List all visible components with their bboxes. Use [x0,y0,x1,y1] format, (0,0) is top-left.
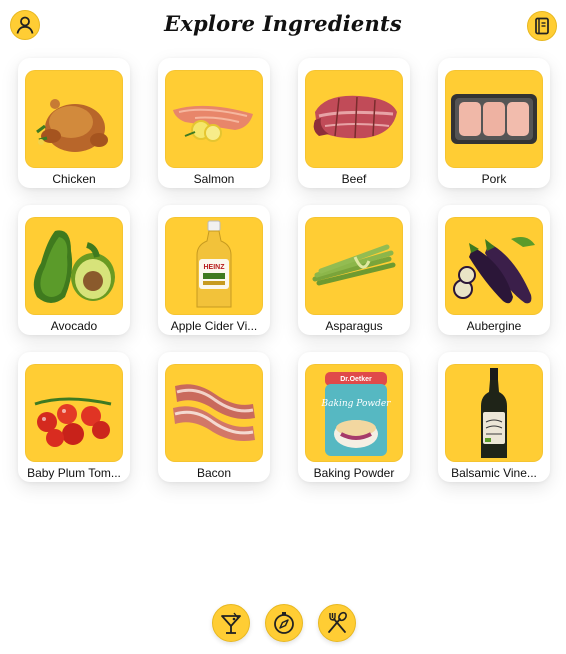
nav-cocktails-button[interactable] [212,604,250,642]
nav-meals-button[interactable] [318,604,356,642]
ingredient-image [165,70,263,168]
vinegar-bottle-image: HEINZ [196,220,232,308]
ingredient-card[interactable]: Balsamic Vine... [438,352,550,482]
ingredient-label: Avocado [50,319,98,333]
salmon-fillet-image [173,105,253,142]
beef-joint-image [313,95,397,139]
ingredient-label: Apple Cider Vi... [170,319,258,333]
ingredient-image: Dr.Oetker Baking Powder [305,364,403,462]
ingredient-card[interactable]: Salmon [158,58,270,188]
ingredient-image: HEINZ [165,217,263,315]
tub-product-text: Baking Powder [321,399,392,409]
avocado-image [33,230,115,303]
ingredient-label: Chicken [52,172,96,186]
ingredient-label: Aubergine [466,319,522,333]
ingredient-image [25,364,123,462]
ingredient-image [445,70,543,168]
ingredient-card[interactable]: Beef [298,58,410,188]
ingredient-card[interactable]: Avocado [18,205,130,335]
asparagus-image [312,244,396,286]
ingredient-image [305,217,403,315]
aubergine-image [453,237,535,304]
ingredient-label: Balsamic Vine... [451,466,537,480]
ingredient-label: Beef [341,172,367,186]
bottle-label-text: HEINZ [204,264,226,271]
cocktail-icon [221,612,241,634]
ingredient-label: Baby Plum Tom... [27,466,121,480]
ingredient-label: Asparagus [325,319,383,333]
ingredient-image [25,217,123,315]
bacon-image [173,384,255,441]
ingredient-label: Salmon [193,172,235,186]
ingredient-image [445,364,543,462]
ingredient-image [445,217,543,315]
ingredient-card[interactable]: Baby Plum Tom... [18,352,130,482]
ingredient-card[interactable]: Bacon [158,352,270,482]
compass-icon [274,612,294,634]
ingredient-card[interactable]: Pork [438,58,550,188]
ingredient-card[interactable]: Aubergine [438,205,550,335]
ingredient-image [305,70,403,168]
ingredient-card[interactable]: Dr.Oetker Baking Powder Baking Powder [298,352,410,482]
roast-chicken-image [36,99,108,152]
ingredient-label: Pork [481,172,507,186]
ingredient-label: Baking Powder [313,466,395,480]
tub-brand-text: Dr.Oetker [340,376,372,383]
ingredient-card[interactable]: Asparagus [298,205,410,335]
balsamic-bottle-image [481,368,507,458]
ingredient-label: Bacon [196,466,232,480]
pork-chops-tray-image [451,94,537,144]
fork-spoon-icon [328,611,347,633]
baking-powder-tub-image: Dr.Oetker Baking Powder [321,372,392,456]
bottom-nav [0,600,566,648]
ingredient-card[interactable]: Chicken [18,58,130,188]
ingredient-image [25,70,123,168]
ingredient-grid: Chicken Salmon Beef Pork Avocado HEINZ A… [0,0,566,560]
ingredient-card[interactable]: HEINZ Apple Cider Vi... [158,205,270,335]
nav-explore-button[interactable] [265,604,303,642]
ingredient-image [165,364,263,462]
cherry-tomatoes-image [34,397,112,447]
